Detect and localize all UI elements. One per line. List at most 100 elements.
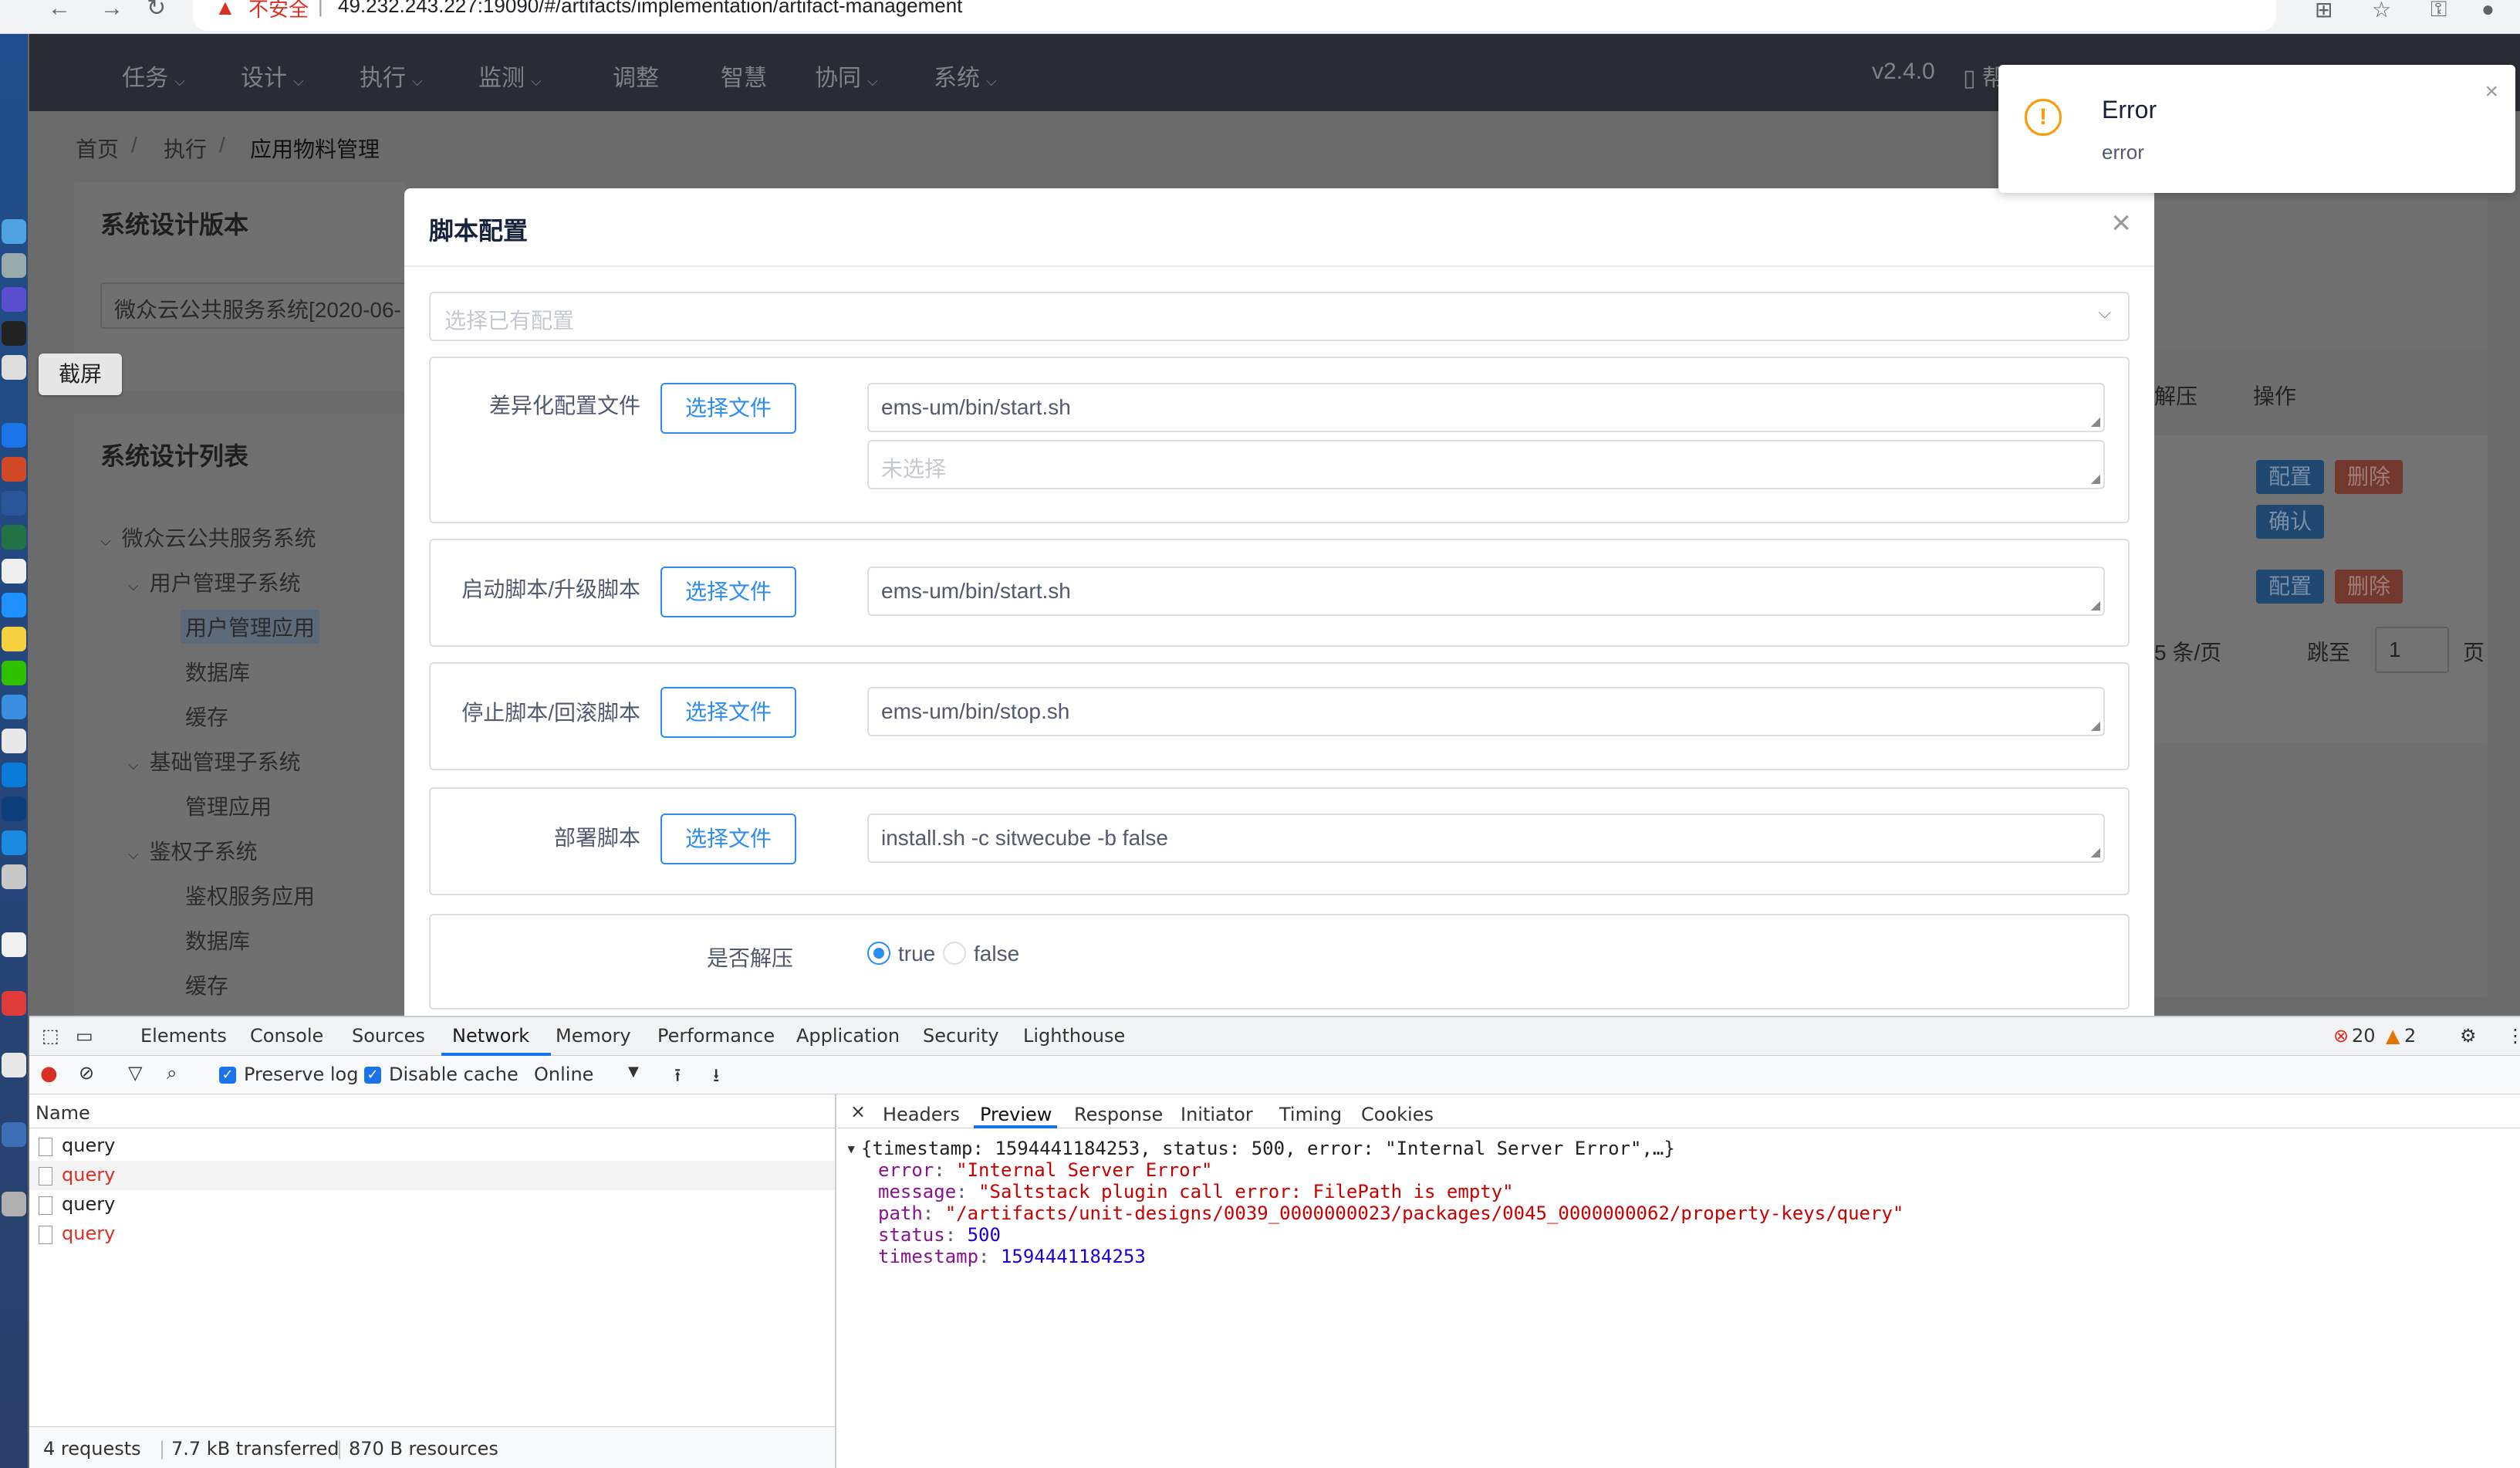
page-size-select[interactable]: 5 条/页 <box>2154 636 2221 667</box>
resize-grip-icon[interactable]: ◢ <box>2091 471 2100 486</box>
breadcrumb-home[interactable]: 首页 <box>76 133 119 164</box>
app-icon[interactable] <box>2 797 26 821</box>
app-icon[interactable] <box>2 830 26 855</box>
tab-elements[interactable]: Elements <box>140 1025 227 1047</box>
tree-node[interactable]: 管理应用 <box>185 790 272 821</box>
radio-false-label[interactable]: false <box>974 942 1019 966</box>
address-bar[interactable]: ▲ 不安全 | 49.232.243.227:19090/#/artifacts… <box>193 0 2276 31</box>
app-icon[interactable] <box>2 864 26 889</box>
expand-triangle-icon[interactable]: ▾ <box>846 1138 856 1159</box>
tab-sources[interactable]: Sources <box>352 1025 425 1047</box>
existing-config-select[interactable]: 选择已有配置 ⌵ <box>429 292 2130 341</box>
deploy-script-textarea[interactable]: install.sh -c sitwecube -b false ◢ <box>867 813 2105 863</box>
error-count-icon[interactable]: ⊗ <box>2333 1025 2349 1047</box>
close-icon[interactable]: × <box>2485 79 2498 105</box>
start-script-textarea[interactable]: ems-um/bin/start.sh ◢ <box>867 567 2105 616</box>
menu-monitor[interactable]: 监测 ⌵ <box>478 59 542 93</box>
disable-cache-checkbox[interactable]: ✓ <box>364 1067 381 1084</box>
tab-performance[interactable]: Performance <box>657 1025 775 1047</box>
tree-node[interactable]: ⌵ 鉴权子系统 <box>128 835 258 866</box>
download-icon[interactable]: ⭳ <box>713 1062 719 1094</box>
screenshot-button[interactable]: 截屏 <box>39 353 122 395</box>
radio-true-label[interactable]: true <box>898 942 935 966</box>
tree-node[interactable]: 数据库 <box>185 656 250 687</box>
config-button[interactable]: 配置 <box>2256 460 2324 494</box>
diff-config-textarea-2[interactable]: 未选择 ◢ <box>867 440 2105 489</box>
menu-intelligence[interactable]: 智慧 <box>721 59 767 93</box>
tree-node[interactable]: ⌵ 基础管理子系统 <box>128 746 301 776</box>
warning-count[interactable]: 2 <box>2404 1025 2416 1047</box>
document-icon[interactable] <box>2 932 26 957</box>
forward-icon[interactable]: → <box>100 0 123 23</box>
record-icon[interactable]: ● <box>40 1062 58 1085</box>
app-icon[interactable] <box>2 991 26 1016</box>
more-icon[interactable]: ⋮ <box>2506 1025 2520 1047</box>
tab-network[interactable]: Network <box>452 1025 529 1047</box>
choose-file-button[interactable]: 选择文件 <box>660 813 796 864</box>
menu-system[interactable]: 系统 ⌵ <box>934 59 997 93</box>
disable-cache-label[interactable]: Disable cache <box>389 1064 519 1085</box>
error-count[interactable]: 20 <box>2352 1025 2376 1047</box>
trash-icon[interactable] <box>2 1192 26 1216</box>
app-icon[interactable] <box>2 1122 26 1147</box>
warning-count-icon[interactable]: ▲ <box>2386 1025 2400 1047</box>
tree-node[interactable]: 数据库 <box>185 925 250 956</box>
menu-task[interactable]: 任务 ⌵ <box>122 59 185 93</box>
app-icon[interactable] <box>2 355 26 380</box>
safari-icon[interactable] <box>2 593 26 617</box>
config-button[interactable]: 配置 <box>2256 570 2324 604</box>
outlook-icon[interactable] <box>2 423 26 448</box>
filter-icon[interactable]: ▽ <box>128 1062 142 1084</box>
tree-node[interactable]: ⌵ 用户管理子系统 <box>128 567 301 597</box>
app-icon[interactable] <box>2 695 26 719</box>
version-select[interactable]: 微众云公共服务系统[2020-06- <box>100 282 424 329</box>
word-icon[interactable] <box>2 491 26 516</box>
reload-icon[interactable]: ↻ <box>147 0 166 23</box>
launchpad-icon[interactable] <box>2 287 26 312</box>
throttle-select[interactable]: Online <box>534 1064 593 1085</box>
choose-file-button[interactable]: 选择文件 <box>660 567 796 617</box>
tab-response[interactable]: Response <box>1074 1104 1163 1125</box>
tab-headers[interactable]: Headers <box>883 1104 960 1125</box>
excel-icon[interactable] <box>2 525 26 550</box>
resize-grip-icon[interactable]: ◢ <box>2091 718 2100 733</box>
tab-cookies[interactable]: Cookies <box>1361 1104 1434 1125</box>
finder-icon[interactable] <box>2 219 26 244</box>
tree-node[interactable]: 缓存 <box>185 969 228 1000</box>
tab-application[interactable]: Application <box>796 1025 900 1047</box>
stop-script-textarea[interactable]: ems-um/bin/stop.sh ◢ <box>867 687 2105 736</box>
close-icon[interactable]: × <box>850 1101 866 1122</box>
tab-preview[interactable]: Preview <box>980 1104 1052 1125</box>
json-summary[interactable]: {timestamp: 1594441184253, status: 500, … <box>861 1138 1675 1159</box>
choose-file-button[interactable]: 选择文件 <box>660 687 796 738</box>
tree-node[interactable]: ⌵ 微众云公共服务系统 <box>100 522 316 553</box>
tab-security[interactable]: Security <box>923 1025 999 1047</box>
stickies-icon[interactable] <box>2 627 26 651</box>
url-text[interactable]: 49.232.243.227:19090/#/artifacts/impleme… <box>338 0 962 18</box>
breadcrumb-execute[interactable]: 执行 <box>164 133 207 164</box>
tab-initiator[interactable]: Initiator <box>1181 1104 1253 1125</box>
menu-design[interactable]: 设计 ⌵ <box>241 59 304 93</box>
tab-lighthouse[interactable]: Lighthouse <box>1023 1025 1125 1047</box>
resize-grip-icon[interactable]: ◢ <box>2091 414 2100 429</box>
menu-adjust[interactable]: 调整 <box>613 59 659 93</box>
inspect-icon[interactable]: ⬚ <box>42 1025 59 1047</box>
tab-console[interactable]: Console <box>250 1025 323 1047</box>
tab-memory[interactable]: Memory <box>556 1025 631 1047</box>
delete-button[interactable]: 删除 <box>2335 570 2403 604</box>
gear-icon[interactable]: ⚙ <box>2460 1025 2477 1047</box>
menu-collab[interactable]: 协同 ⌵ <box>815 59 878 93</box>
device-toggle-icon[interactable]: ▭ <box>76 1025 93 1047</box>
preserve-log-checkbox[interactable]: ✓ <box>219 1067 236 1084</box>
tree-node[interactable]: 鉴权服务应用 <box>185 880 315 911</box>
star-icon[interactable]: ☆ <box>2372 0 2391 22</box>
chrome-icon[interactable] <box>2 729 26 753</box>
column-name[interactable]: Name <box>35 1102 90 1124</box>
search-icon[interactable]: ⌕ <box>167 1062 177 1084</box>
wechat-icon[interactable] <box>2 661 26 685</box>
translate-icon[interactable]: ⊞ <box>2315 0 2333 22</box>
delete-button[interactable]: 删除 <box>2335 460 2403 494</box>
request-row[interactable]: query <box>29 1190 835 1219</box>
terminal-icon[interactable] <box>2 321 26 346</box>
vscode-icon[interactable] <box>2 763 26 787</box>
